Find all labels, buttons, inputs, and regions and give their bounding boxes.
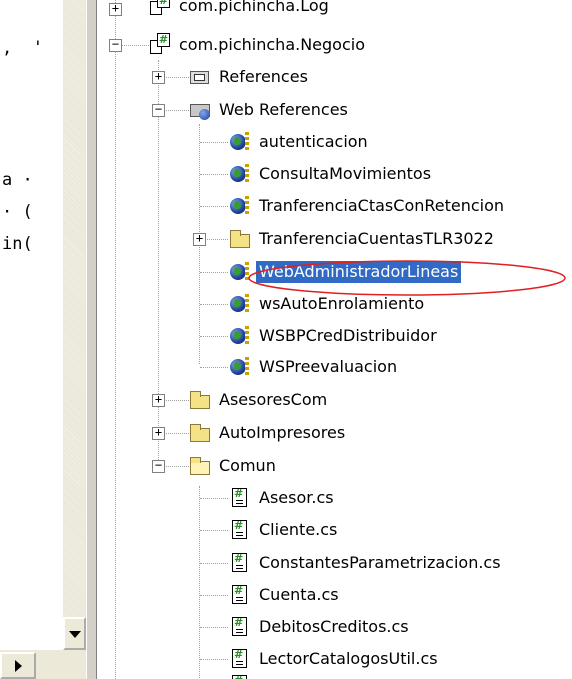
tree-item-label: Asesor.cs bbox=[259, 488, 334, 507]
tree-item-label: ConstantesParametrizacion.cs bbox=[259, 553, 501, 572]
vertical-scrollbar[interactable] bbox=[63, 0, 86, 650]
tree-item-label: ConsultaMovimientos bbox=[259, 164, 432, 183]
tree-item-folder[interactable]: TranferenciaCuentasTLR3022 bbox=[230, 223, 497, 255]
tree-item-web-references[interactable]: Web References bbox=[190, 94, 351, 126]
expand-toggle[interactable]: + bbox=[193, 232, 206, 246]
solution-explorer-tree[interactable]: + com.pichincha.Log − com.pichincha.Nego… bbox=[97, 0, 572, 679]
references-icon bbox=[190, 66, 210, 88]
project-icon bbox=[150, 0, 170, 17]
collapse-toggle[interactable]: − bbox=[109, 38, 122, 52]
cs-file-icon bbox=[230, 519, 250, 541]
expand-toggle[interactable]: + bbox=[109, 2, 122, 16]
cs-file-icon bbox=[230, 648, 250, 670]
tree-item-label: Cuenta.cs bbox=[259, 585, 339, 604]
tree-item-label: WSBPCredDistribuidor bbox=[259, 326, 437, 345]
tree-item-label: LectorCatalogosUtil.cs bbox=[259, 649, 438, 668]
tree-item-label: com.pichincha.Log bbox=[179, 0, 329, 15]
folder-icon bbox=[190, 422, 210, 444]
tree-item-label: AsesoresCom bbox=[219, 390, 328, 409]
web-service-icon bbox=[230, 195, 250, 217]
tree-item-label: Comun bbox=[219, 456, 276, 475]
tree-item-folder[interactable]: AsesoresCom bbox=[190, 384, 330, 416]
project-icon bbox=[150, 33, 170, 56]
web-references-icon bbox=[190, 99, 210, 121]
tree-item-label: WSPreevaluacion bbox=[259, 357, 398, 376]
annotation-ellipse bbox=[248, 260, 566, 296]
tree-item-cs-file[interactable]: Asesor.cs bbox=[230, 482, 337, 514]
tree-item-web-reference[interactable]: TranferenciaCtasConRetencion bbox=[230, 190, 507, 222]
tree-item-log-project[interactable]: com.pichincha.Log bbox=[150, 0, 332, 22]
folder-icon bbox=[230, 228, 250, 250]
pane-splitter[interactable] bbox=[86, 0, 97, 679]
code-fragment: · ( bbox=[2, 202, 33, 222]
scroll-down-arrow-icon[interactable] bbox=[63, 617, 86, 650]
web-service-icon bbox=[230, 356, 250, 378]
web-service-icon bbox=[230, 163, 250, 185]
collapse-toggle[interactable]: − bbox=[152, 103, 165, 117]
tree-item-cs-file[interactable]: LectorCatalogosUtil.cs bbox=[230, 643, 441, 675]
expand-toggle[interactable]: + bbox=[152, 426, 165, 440]
code-fragment: a · bbox=[2, 170, 33, 190]
expand-toggle[interactable]: + bbox=[152, 70, 165, 84]
tree-item-label: TranferenciaCuentasTLR3022 bbox=[259, 229, 494, 248]
tree-connector-line bbox=[199, 486, 200, 679]
annotation-ellipse-stroke bbox=[248, 260, 566, 296]
tree-item-web-reference[interactable]: WSPreevaluacion bbox=[230, 351, 400, 383]
tree-item-cs-file[interactable]: ConstantesParametrizacion.cs bbox=[230, 547, 504, 579]
tree-item-cs-file[interactable]: Cuenta.cs bbox=[230, 579, 342, 611]
scrollbar-corner bbox=[63, 650, 86, 679]
tree-item-negocio-project[interactable]: com.pichincha.Negocio bbox=[150, 29, 368, 61]
folder-icon bbox=[190, 389, 210, 411]
code-fragment: in( bbox=[2, 234, 33, 254]
cs-file-icon bbox=[230, 487, 250, 509]
tree-item-cs-file[interactable]: Cliente.cs bbox=[230, 514, 340, 546]
tree-item-label: com.pichincha.Negocio bbox=[179, 35, 365, 54]
tree-item-label: AutoImpresores bbox=[219, 423, 346, 442]
expand-toggle[interactable]: + bbox=[152, 393, 165, 407]
tree-item-web-reference[interactable]: WSBPCredDistribuidor bbox=[230, 320, 440, 352]
open-folder-icon bbox=[190, 455, 210, 477]
tree-item-cs-file[interactable]: DebitosCreditos.cs bbox=[230, 611, 412, 643]
scroll-right-arrow-icon[interactable] bbox=[0, 652, 36, 679]
tree-item-folder[interactable]: AutoImpresores bbox=[190, 417, 348, 449]
collapse-toggle[interactable]: − bbox=[152, 459, 165, 473]
code-fragment: , ' bbox=[2, 38, 43, 58]
tree-item-label: TranferenciaCtasConRetencion bbox=[259, 196, 505, 215]
web-service-icon bbox=[230, 131, 250, 153]
cs-file-icon bbox=[230, 552, 250, 574]
cs-file-icon bbox=[230, 584, 250, 606]
tree-connector-line bbox=[158, 60, 159, 470]
tree-connector-line bbox=[115, 0, 116, 679]
tree-item-label: References bbox=[219, 67, 308, 86]
tree-item-web-reference[interactable]: ConsultaMovimientos bbox=[230, 158, 434, 190]
tree-item-label: Cliente.cs bbox=[259, 520, 338, 539]
tree-item-label: Web References bbox=[219, 100, 348, 119]
cs-file-icon bbox=[230, 674, 250, 679]
scrollbar-thumb[interactable] bbox=[64, 0, 84, 617]
cs-file-icon bbox=[230, 616, 250, 638]
web-service-icon bbox=[230, 325, 250, 347]
code-editor-pane[interactable]: , ' a · · ( in( bbox=[0, 0, 86, 679]
tree-item-references[interactable]: References bbox=[190, 61, 311, 93]
tree-item-web-reference[interactable]: autenticacion bbox=[230, 126, 371, 158]
tree-item-label: DebitosCreditos.cs bbox=[259, 617, 409, 636]
tree-item-label: autenticacion bbox=[259, 132, 368, 151]
tree-item-folder-open[interactable]: Comun bbox=[190, 450, 279, 482]
